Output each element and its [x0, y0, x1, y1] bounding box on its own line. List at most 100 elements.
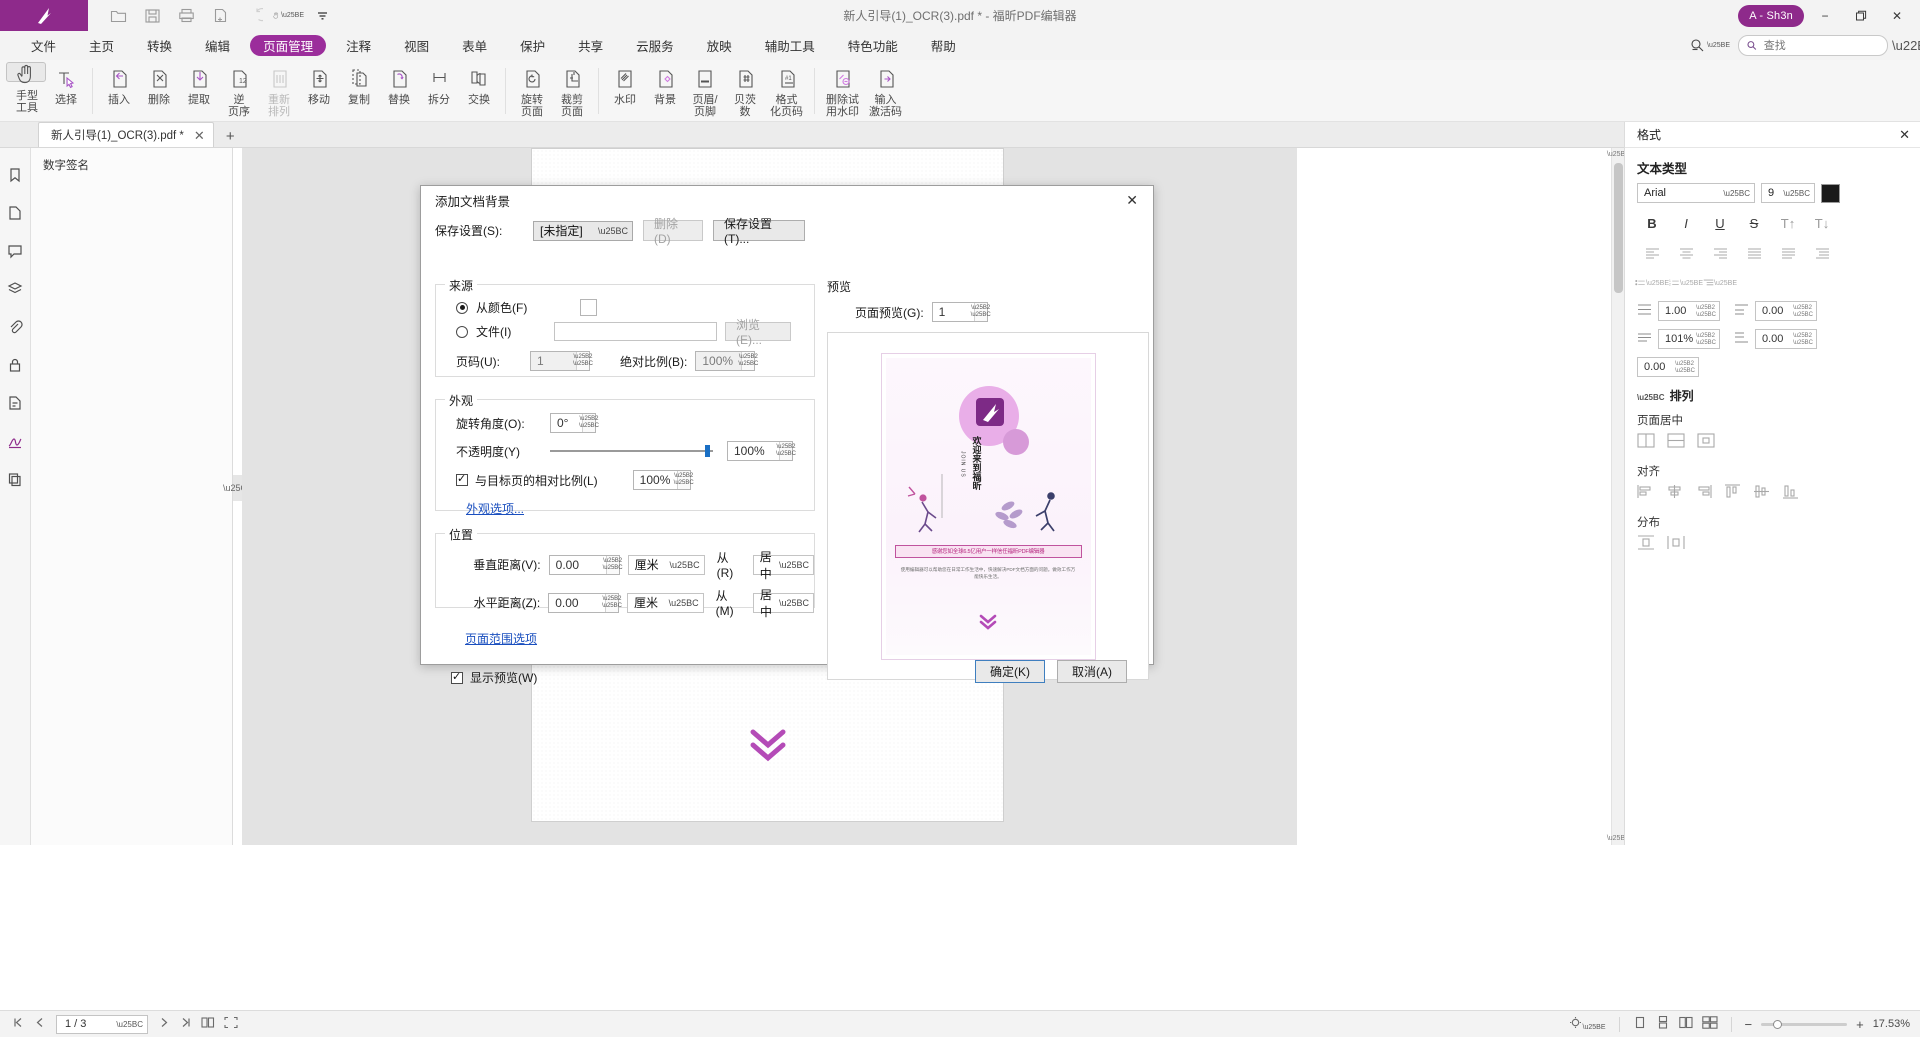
cancel-button[interactable]: 取消(A) — [1057, 660, 1127, 683]
browse-button[interactable]: 浏览(E)... — [725, 322, 791, 341]
save-settings-button[interactable]: 保存设置(T)... — [713, 220, 805, 241]
rotation-input[interactable]: 0° \u25B2\u25BC — [550, 413, 596, 433]
page-range-options-link[interactable]: 页面范围选项 — [465, 632, 537, 646]
stepper-arrows[interactable]: \u25B2\u25BC — [677, 471, 690, 489]
save-settings-label: 保存设置(S): — [435, 222, 523, 239]
appearance-legend: 外观 — [445, 392, 477, 409]
preview-joinus-text: JOIN US — [960, 451, 966, 478]
from-color-row: 从颜色(F) — [456, 299, 814, 316]
page-number-label: 页码(U): — [456, 353, 522, 370]
rotation-value: 0° — [557, 416, 568, 430]
absolute-scale-label: 绝对比例(B): — [620, 353, 687, 370]
horizontal-position-row: 水平距离(Z): 0.00 \u25B2\u25BC 厘米 \u25BC 从(M… — [436, 587, 814, 618]
modal-overlay: 添加文档背景 ✕ 保存设置(S): [未指定] \u25BC 删除(D) 保存设… — [0, 0, 1920, 1037]
position-legend: 位置 — [445, 526, 477, 543]
delete-settings-button[interactable]: 删除(D) — [643, 220, 703, 241]
dialog-title: 添加文档背景 — [435, 191, 510, 210]
from-file-label: 文件(I) — [476, 323, 546, 340]
stepper-arrows[interactable]: \u25B2\u25BC — [605, 594, 618, 612]
save-settings-value: [未指定] — [540, 222, 583, 239]
dialog-title-bar: 添加文档背景 ✕ — [421, 186, 1153, 214]
dialog-preview-column: 预览 页面预览(G): 1 \u25B2\u25BC — [827, 278, 1149, 680]
relative-scale-value: 100% — [640, 473, 671, 487]
stepper-arrows[interactable]: \u25B2\u25BC — [576, 352, 589, 370]
show-preview-row: 显示预览(W) — [451, 669, 815, 686]
chevron-down-icon: \u25BC — [779, 560, 809, 570]
source-page-number-input[interactable]: 1 \u25B2\u25BC — [530, 351, 590, 371]
horizontal-distance-input[interactable]: 0.00 \u25B2\u25BC — [548, 593, 619, 613]
absolute-scale-input[interactable]: 100% \u25B2\u25BC — [695, 351, 755, 371]
vertical-distance-input[interactable]: 0.00 \u25B2\u25BC — [549, 555, 620, 575]
relative-scale-checkbox[interactable] — [456, 474, 468, 486]
appearance-options-row: 外观选项... — [466, 500, 814, 517]
dialog-left-column: 来源 从颜色(F) 文件(I) 浏览(E)... 页码(U): — [435, 270, 815, 686]
relative-scale-row: 与目标页的相对比例(L) 100% \u25B2\u25BC — [456, 470, 814, 490]
vertical-unit-value: 厘米 — [635, 556, 659, 573]
page-preview-row: 页面预览(G): 1 \u25B2\u25BC — [855, 302, 1149, 322]
vertical-from-label: 从(R) — [717, 549, 745, 580]
horizontal-distance-label: 水平距离(Z): — [456, 594, 540, 611]
save-settings-row: 保存设置(S): [未指定] \u25BC 删除(D) 保存设置(T)... — [435, 220, 1139, 241]
relative-scale-label: 与目标页的相对比例(L) — [475, 472, 598, 489]
preview-welcome-text: 欢迎来到福昕 — [971, 436, 982, 490]
application-window: \u25BE 新人引导(1)_OCR(3).pdf * - 福昕PDF编辑器 A… — [0, 0, 1920, 1037]
rotation-label: 旋转角度(O): — [456, 415, 542, 432]
horizontal-from-select[interactable]: 居中 \u25BC — [753, 593, 814, 613]
preview-chevron-icon — [977, 612, 999, 634]
vertical-unit-select[interactable]: 厘米 \u25BC — [628, 555, 705, 575]
appearance-options-link[interactable]: 外观选项... — [466, 502, 524, 516]
page-preview-value: 1 — [939, 305, 946, 319]
opacity-label: 不透明度(Y) — [456, 443, 542, 460]
rotation-row: 旋转角度(O): 0° \u25B2\u25BC — [456, 413, 814, 433]
horizontal-unit-value: 厘米 — [634, 594, 658, 611]
source-fieldset: 来源 从颜色(F) 文件(I) 浏览(E)... 页码(U): — [435, 284, 815, 377]
dialog-footer: 确定(K) 取消(A) — [975, 660, 1127, 683]
horizontal-from-label: 从(M) — [716, 587, 745, 618]
position-fieldset: 位置 垂直距离(V): 0.00 \u25B2\u25BC 厘米 \u25BC … — [435, 533, 815, 608]
opacity-slider-thumb[interactable] — [705, 445, 710, 457]
vertical-from-value: 居中 — [760, 548, 779, 582]
from-file-radio[interactable] — [456, 326, 468, 338]
stepper-arrows[interactable]: \u25B2\u25BC — [741, 352, 754, 370]
chevron-down-icon: \u25BC — [598, 226, 628, 236]
preview-banner: 感谢您如全球6.5亿用户一样信任福昕PDF编辑器 — [895, 545, 1082, 558]
preview-body-text: 使用编辑器可以帮助您在日常工作生活中，快速解决PDF文档方面的问题。做效工作万能… — [899, 566, 1078, 580]
absolute-scale-value: 100% — [702, 354, 733, 368]
save-settings-select[interactable]: [未指定] \u25BC — [533, 221, 633, 241]
stepper-arrows[interactable]: \u25B2\u25BC — [582, 414, 595, 432]
stepper-arrows[interactable]: \u25B2\u25BC — [974, 303, 987, 321]
stepper-arrows[interactable]: \u25B2\u25BC — [779, 442, 792, 460]
page-preview-label: 页面预览(G): — [855, 304, 924, 321]
ok-button[interactable]: 确定(K) — [975, 660, 1045, 683]
close-icon[interactable]: ✕ — [1121, 190, 1143, 210]
preview-box: JOIN US 欢迎来到福昕 感谢您如全球6.5亿用户一样信任福昕PDF编辑器 … — [827, 332, 1149, 680]
horizontal-from-value: 居中 — [760, 586, 779, 620]
vertical-distance-label: 垂直距离(V): — [456, 556, 541, 573]
page-range-row: 页面范围选项 — [465, 630, 815, 647]
from-color-radio[interactable] — [456, 302, 468, 314]
opacity-value: 100% — [734, 444, 765, 458]
vertical-from-select[interactable]: 居中 \u25BC — [753, 555, 814, 575]
from-file-row: 文件(I) 浏览(E)... — [456, 322, 814, 341]
page-preview-input[interactable]: 1 \u25B2\u25BC — [932, 302, 988, 322]
chevron-down-icon: \u25BC — [669, 598, 699, 608]
file-path-input[interactable] — [554, 322, 717, 341]
horizontal-distance-value: 0.00 — [555, 596, 578, 610]
opacity-slider[interactable] — [550, 450, 713, 452]
preview-legend: 预览 — [827, 278, 1149, 295]
appearance-fieldset: 外观 旋转角度(O): 0° \u25B2\u25BC 不透明度(Y) — [435, 399, 815, 511]
vertical-position-row: 垂直距离(V): 0.00 \u25B2\u25BC 厘米 \u25BC 从(R… — [436, 549, 814, 580]
add-background-dialog: 添加文档背景 ✕ 保存设置(S): [未指定] \u25BC 删除(D) 保存设… — [420, 185, 1154, 665]
background-color-swatch[interactable] — [580, 299, 597, 316]
dialog-body: 保存设置(S): [未指定] \u25BC 删除(D) 保存设置(T)... 来… — [421, 220, 1153, 241]
horizontal-unit-select[interactable]: 厘米 \u25BC — [627, 593, 704, 613]
from-color-label: 从颜色(F) — [476, 299, 546, 316]
vertical-distance-value: 0.00 — [556, 558, 579, 572]
chevron-down-icon: \u25BC — [779, 598, 809, 608]
opacity-row: 不透明度(Y) 100% \u25B2\u25BC — [456, 441, 814, 461]
stepper-arrows[interactable]: \u25B2\u25BC — [606, 556, 619, 574]
page-number-row: 页码(U): 1 \u25B2\u25BC 绝对比例(B): 100% \u25… — [456, 351, 814, 371]
show-preview-checkbox[interactable] — [451, 672, 463, 684]
relative-scale-input[interactable]: 100% \u25B2\u25BC — [633, 470, 691, 490]
opacity-input[interactable]: 100% \u25B2\u25BC — [727, 441, 793, 461]
